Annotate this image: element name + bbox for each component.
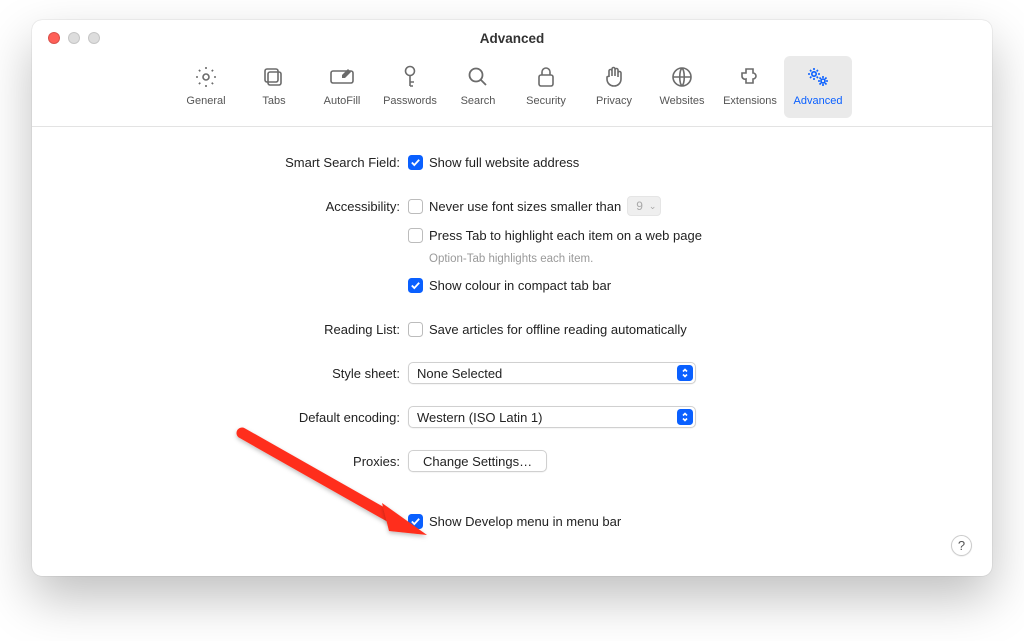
minimize-window-button[interactable] [68, 32, 80, 44]
proxies-label: Proxies: [72, 454, 408, 469]
accessibility-row-1: Accessibility: Never use font sizes smal… [72, 193, 952, 219]
show-full-url-checkbox[interactable] [408, 155, 423, 170]
zoom-window-button[interactable] [88, 32, 100, 44]
search-icon [463, 62, 493, 92]
updown-icon [677, 409, 693, 425]
content-area: Smart Search Field: Show full website ad… [32, 127, 992, 577]
offline-reading-checkbox[interactable] [408, 322, 423, 337]
accessibility-hint-row: Option-Tab highlights each item. [72, 251, 952, 269]
encoding-row: Default encoding: Western (ISO Latin 1) [72, 404, 952, 430]
tab-autofill[interactable]: AutoFill [308, 56, 376, 118]
compact-color-checkbox[interactable] [408, 278, 423, 293]
close-window-button[interactable] [48, 32, 60, 44]
chevron-down-icon: ⌄ [649, 201, 657, 212]
globe-icon [667, 62, 697, 92]
title-bar: Advanced [32, 20, 992, 56]
offline-reading-label: Save articles for offline reading automa… [429, 322, 687, 337]
tab-general[interactable]: General [172, 56, 240, 118]
press-tab-checkbox[interactable] [408, 228, 423, 243]
accessibility-row-2: Press Tab to highlight each item on a we… [72, 222, 952, 248]
updown-icon [677, 365, 693, 381]
smart-search-row: Smart Search Field: Show full website ad… [72, 149, 952, 175]
develop-row: Show Develop menu in menu bar [72, 508, 952, 534]
tabs-icon [259, 62, 289, 92]
reading-list-row: Reading List: Save articles for offline … [72, 316, 952, 342]
smart-search-label: Smart Search Field: [72, 155, 408, 170]
help-button[interactable]: ? [951, 535, 972, 556]
gears-icon [803, 62, 833, 92]
accessibility-row-3: Show colour in compact tab bar [72, 272, 952, 298]
lock-icon [531, 62, 561, 92]
window-title: Advanced [480, 31, 545, 46]
accessibility-label: Accessibility: [72, 199, 408, 214]
min-font-stepper[interactable]: 9 ⌄ [627, 196, 661, 216]
tab-privacy[interactable]: Privacy [580, 56, 648, 118]
encoding-label: Default encoding: [72, 410, 408, 425]
tab-passwords[interactable]: Passwords [376, 56, 444, 118]
min-font-checkbox[interactable] [408, 199, 423, 214]
proxies-row: Proxies: Change Settings… [72, 448, 952, 474]
style-sheet-row: Style sheet: None Selected [72, 360, 952, 386]
option-tab-hint: Option-Tab highlights each item. [408, 251, 593, 269]
tab-extensions[interactable]: Extensions [716, 56, 784, 118]
puzzle-icon [735, 62, 765, 92]
reading-list-label: Reading List: [72, 322, 408, 337]
style-sheet-select[interactable]: None Selected [408, 362, 696, 384]
tab-security[interactable]: Security [512, 56, 580, 118]
hand-icon [599, 62, 629, 92]
encoding-select[interactable]: Western (ISO Latin 1) [408, 406, 696, 428]
press-tab-label: Press Tab to highlight each item on a we… [429, 228, 702, 243]
compact-color-label: Show colour in compact tab bar [429, 278, 611, 293]
show-full-url-label: Show full website address [429, 155, 579, 170]
key-icon [395, 62, 425, 92]
show-develop-menu-label: Show Develop menu in menu bar [429, 514, 621, 529]
change-settings-button[interactable]: Change Settings… [408, 450, 547, 472]
autofill-icon [327, 62, 357, 92]
tab-websites[interactable]: Websites [648, 56, 716, 118]
tab-search[interactable]: Search [444, 56, 512, 118]
style-sheet-label: Style sheet: [72, 366, 408, 381]
show-develop-menu-checkbox[interactable] [408, 514, 423, 529]
preferences-window: Advanced General Tabs AutoFill Passwords… [32, 20, 992, 576]
gear-icon [191, 62, 221, 92]
preferences-toolbar: General Tabs AutoFill Passwords Search S… [32, 56, 992, 127]
traffic-lights [48, 32, 100, 44]
tab-tabs[interactable]: Tabs [240, 56, 308, 118]
min-font-label: Never use font sizes smaller than [429, 199, 621, 214]
tab-advanced[interactable]: Advanced [784, 56, 852, 118]
